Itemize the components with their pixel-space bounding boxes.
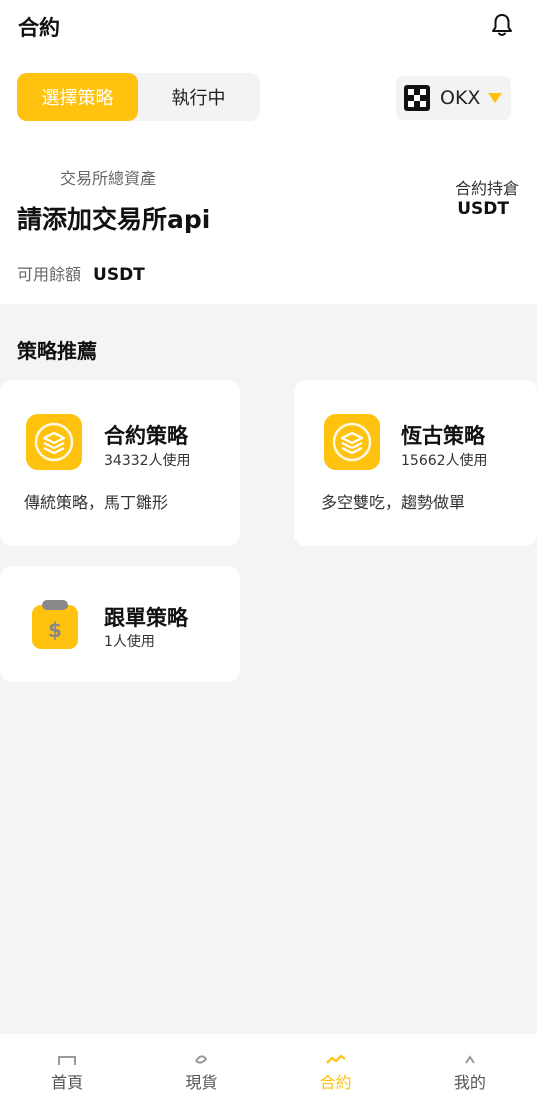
available-balance: 可用餘額 USDT bbox=[17, 261, 145, 285]
tab-contract[interactable]: 合約 bbox=[269, 1034, 403, 1101]
exchange-name: OKX bbox=[440, 87, 481, 109]
page-title: 合約 bbox=[18, 16, 60, 40]
bottom-tabbar: 首頁 現貨 合約 我的 bbox=[0, 1034, 537, 1101]
strategy-section-title: 策略推薦 bbox=[17, 339, 97, 363]
home-icon bbox=[58, 1056, 77, 1065]
tab-spot[interactable]: 現貨 bbox=[134, 1034, 268, 1101]
strategy-desc: 多空雙吃，趨勢做單 bbox=[321, 493, 466, 512]
okx-logo-icon bbox=[404, 85, 430, 111]
exchange-selector[interactable]: OKX bbox=[396, 76, 511, 120]
dollar-clipboard-icon: $ bbox=[32, 600, 78, 649]
tab-running[interactable]: 執行中 bbox=[138, 73, 259, 121]
tab-label: 合約 bbox=[319, 1073, 352, 1092]
strategy-card-henggu[interactable]: 恆古策略 15662人使用 多空雙吃，趨勢做單 bbox=[294, 380, 537, 546]
spot-icon bbox=[195, 1055, 208, 1064]
tab-label: 首頁 bbox=[51, 1073, 84, 1092]
strategy-name: 恆古策略 bbox=[401, 424, 485, 448]
available-balance-label: 可用餘額 bbox=[17, 265, 82, 284]
strategy-users: 1人使用 bbox=[104, 634, 155, 650]
strategy-name: 跟單策略 bbox=[104, 606, 188, 630]
tab-home[interactable]: 首頁 bbox=[0, 1034, 134, 1101]
available-balance-unit: USDT bbox=[93, 265, 145, 285]
tab-label: 我的 bbox=[453, 1073, 486, 1092]
tab-profile[interactable]: 我的 bbox=[403, 1034, 537, 1101]
strategy-desc: 傳統策略，馬丁雛形 bbox=[24, 493, 169, 512]
strategy-card-contract[interactable]: 合約策略 34332人使用 傳統策略，馬丁雛形 bbox=[0, 380, 240, 546]
strategy-card-copy-trade[interactable]: $ 跟單策略 1人使用 bbox=[0, 566, 240, 682]
header-panel: 合約 選擇策略 執行中 OKX 交易所總資產 請添加交易所api 合約持倉 US… bbox=[0, 0, 537, 304]
layers-icon bbox=[324, 414, 380, 470]
caret-down-icon bbox=[488, 93, 503, 103]
total-assets-label: 交易所總資產 bbox=[60, 169, 157, 188]
bell-icon[interactable] bbox=[489, 12, 515, 38]
svg-text:$: $ bbox=[48, 618, 62, 642]
tab-label: 現貨 bbox=[185, 1073, 218, 1092]
strategy-name: 合約策略 bbox=[104, 424, 188, 448]
strategy-segment: 選擇策略 執行中 bbox=[17, 73, 260, 121]
tab-select-strategy[interactable]: 選擇策略 bbox=[17, 73, 138, 121]
profile-icon bbox=[465, 1055, 475, 1064]
contract-position-label: 合約持倉 bbox=[454, 179, 519, 198]
contract-icon bbox=[325, 1054, 346, 1064]
strategy-users: 15662人使用 bbox=[401, 453, 488, 469]
strategy-users: 34332人使用 bbox=[104, 453, 191, 469]
contract-position-unit: USDT bbox=[457, 199, 509, 219]
add-exchange-api-link[interactable]: 請添加交易所api bbox=[17, 200, 210, 236]
layers-icon bbox=[26, 414, 82, 470]
